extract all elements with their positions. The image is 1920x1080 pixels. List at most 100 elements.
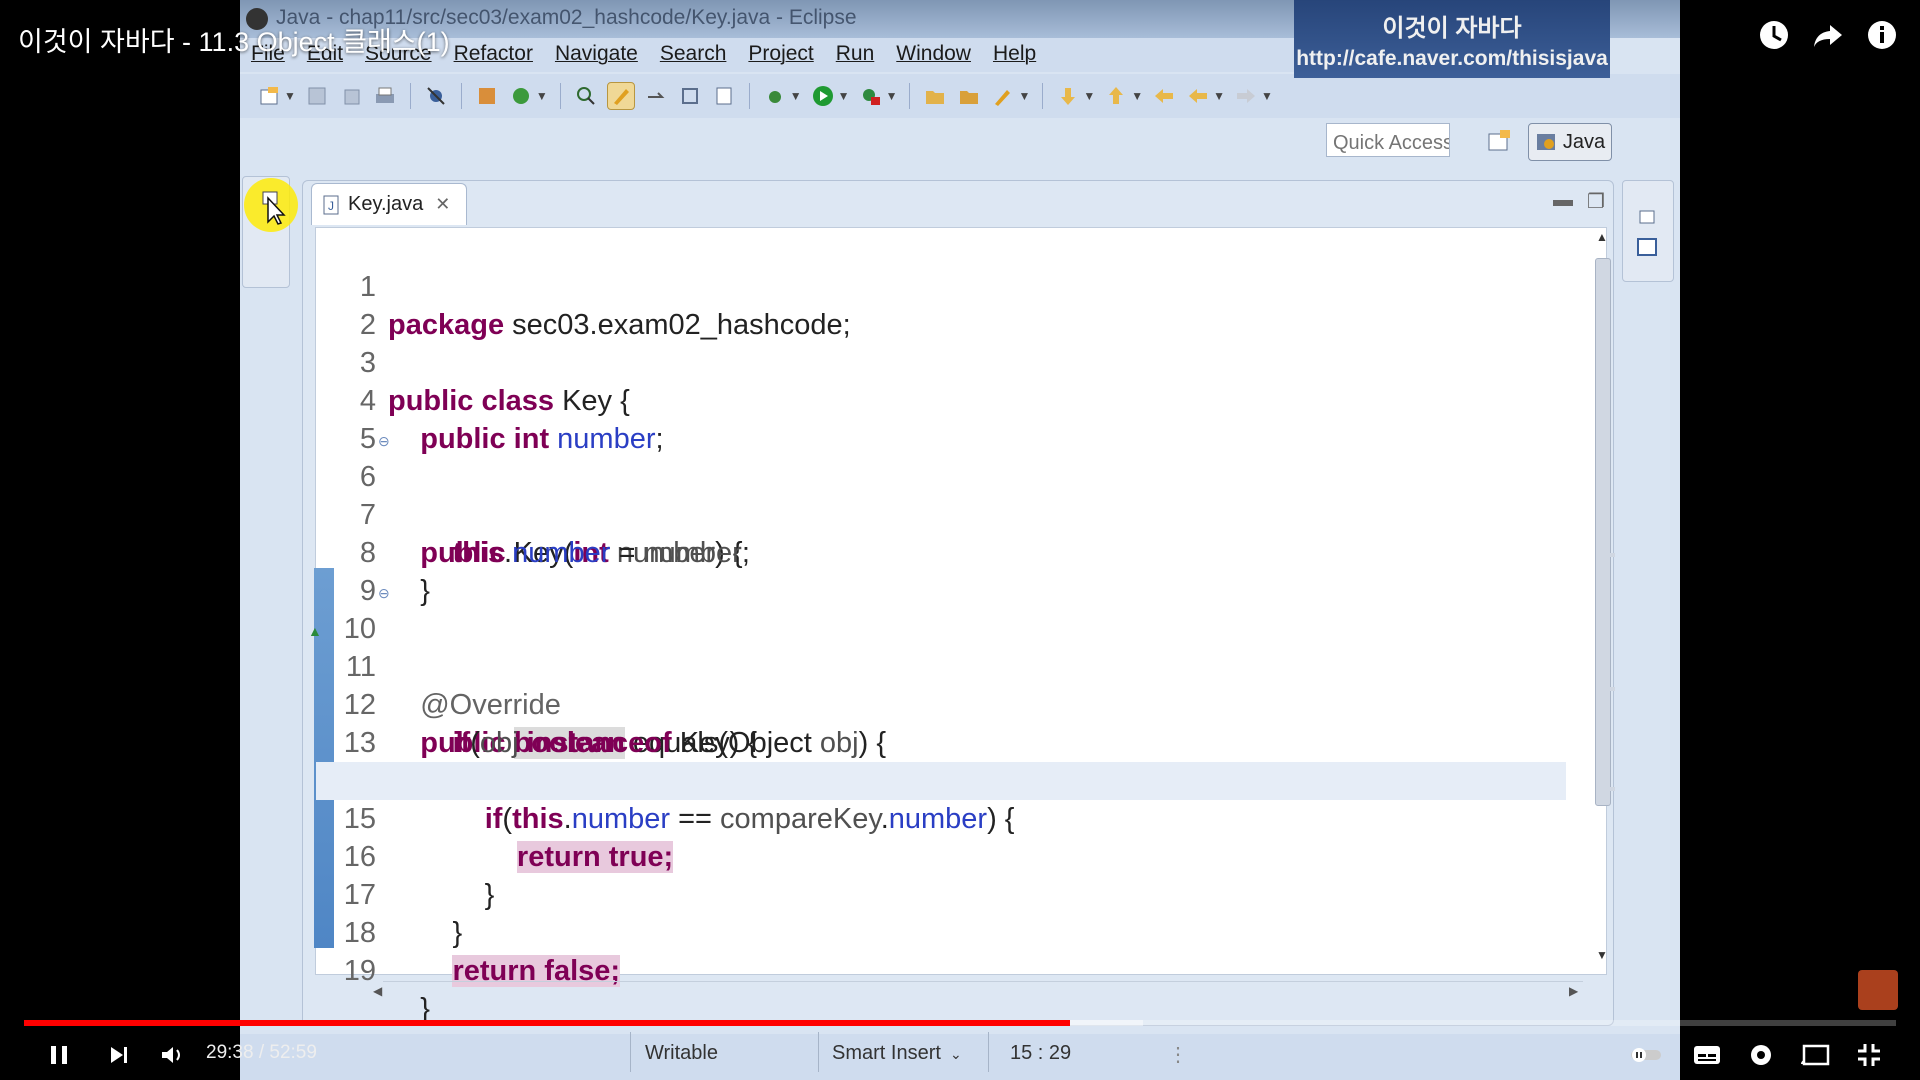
code-line: 7 this.number = number; (359, 499, 750, 569)
new-dropdown-icon[interactable]: ▼ (284, 89, 296, 103)
open-perspective-icon[interactable] (1482, 124, 1516, 158)
pen-dropdown-icon[interactable]: ▼ (1018, 89, 1030, 103)
menu-run[interactable]: Run (825, 38, 886, 72)
horizontal-scrollbar[interactable]: ◀ ▶ (373, 981, 1583, 1004)
scroll-left-icon[interactable]: ◀ (373, 984, 382, 998)
code-line: 13 Key compareKey = (Key) obj; (343, 727, 863, 797)
menu-navigate[interactable]: Navigate (544, 38, 649, 72)
code-line: 20 } (316, 952, 1566, 972)
last-edit-icon[interactable] (1151, 83, 1177, 109)
code-line: 4 public int number; (359, 385, 664, 455)
open-folder-icon[interactable] (922, 83, 948, 109)
back-icon[interactable] (1185, 83, 1211, 109)
java-file-icon: J (323, 195, 339, 214)
paragraph-icon[interactable] (711, 83, 737, 109)
info-icon[interactable] (1864, 14, 1900, 56)
current-code-line: 15 return true; (316, 762, 1566, 873)
video-progress-bar[interactable] (24, 1020, 1896, 1026)
settings-icon[interactable] (1744, 1038, 1778, 1072)
previous-annotation-icon[interactable] (1103, 83, 1129, 109)
overview-ruler-mark[interactable] (1605, 553, 1615, 557)
scrollbar-thumb[interactable] (1595, 258, 1611, 806)
skip-breakpoints-icon[interactable] (423, 83, 449, 109)
menu-project[interactable]: Project (737, 38, 824, 72)
top-icons (1756, 14, 1900, 56)
cursor-highlight (244, 178, 298, 232)
restore-icon[interactable] (244, 178, 298, 232)
share-icon[interactable] (1810, 14, 1846, 56)
close-icon[interactable]: ✕ (435, 194, 450, 215)
channel-watermark-icon[interactable] (1858, 970, 1898, 1010)
code-line: 3 public class Key { (359, 347, 630, 417)
external-tools-icon[interactable] (858, 83, 884, 109)
run-dropdown-icon[interactable]: ▼ (838, 89, 850, 103)
editor-tab-label: Key.java (348, 193, 424, 215)
overview-ruler-mark[interactable] (1605, 787, 1615, 791)
code-line: 5 (359, 423, 376, 455)
next-annotation-dropdown-icon[interactable]: ▼ (1083, 89, 1095, 103)
external-tools-dropdown-icon[interactable]: ▼ (886, 89, 898, 103)
code-editor[interactable]: 1 package sec03.exam02_hashcode; 2 3 pub… (308, 227, 1611, 1025)
scroll-down-icon[interactable]: ▼ (1596, 948, 1608, 962)
code-line: 19 } (343, 955, 430, 1025)
minimize-icon[interactable]: ▬ (1553, 189, 1573, 212)
banner-title: 이것이 자바다 (1382, 15, 1522, 42)
new-icon[interactable] (256, 83, 282, 109)
cast-icon[interactable] (1798, 1038, 1832, 1072)
search-icon[interactable] (573, 83, 599, 109)
print-icon[interactable] (372, 83, 398, 109)
subtitles-icon[interactable] (1690, 1038, 1724, 1072)
block-selection-icon[interactable] (677, 83, 703, 109)
scroll-right-icon[interactable]: ▶ (1569, 984, 1578, 998)
java-perspective-button[interactable]: Java (1528, 123, 1612, 161)
next-icon[interactable] (104, 1038, 134, 1072)
main-toolbar: ▼ ▼ ▼ ▼ ▼ ▼ ▼ ▼ ▼ ▼ (240, 74, 1680, 118)
menu-help[interactable]: Help (982, 38, 1047, 72)
override-marker-icon: ▲ (308, 623, 322, 639)
previous-annotation-dropdown-icon[interactable]: ▼ (1131, 89, 1143, 103)
maximize-icon[interactable]: ❐ (1587, 189, 1605, 214)
chevron-down-icon: ⌄ (950, 1046, 962, 1062)
run-icon[interactable] (810, 83, 836, 109)
next-annotation-icon[interactable] (1055, 83, 1081, 109)
refresh-dropdown-icon[interactable]: ▼ (536, 89, 548, 103)
editor-tab[interactable]: J Key.java ✕ (311, 183, 467, 225)
eclipse-window: Java - chap11/src/sec03/exam02_hashcode/… (240, 0, 1680, 1080)
fold-icon[interactable]: ⊖ (378, 422, 390, 460)
scroll-up-icon[interactable]: ▲ (1596, 230, 1608, 244)
played-progress (24, 1020, 1071, 1026)
open-package-icon[interactable] (956, 83, 982, 109)
menu-search[interactable]: Search (649, 38, 738, 72)
forward-dropdown-icon[interactable]: ▼ (1261, 89, 1273, 103)
pen-icon[interactable] (990, 83, 1016, 109)
refresh-icon[interactable] (508, 83, 534, 109)
code-line: 9 (359, 575, 376, 607)
code-line: 18 return false; (343, 917, 621, 987)
back-dropdown-icon[interactable]: ▼ (1213, 89, 1225, 103)
menu-window[interactable]: Window (885, 38, 982, 72)
volume-icon[interactable] (156, 1038, 190, 1072)
writable-status: Writable (645, 1042, 718, 1064)
debug-icon[interactable] (762, 83, 788, 109)
exit-fullscreen-icon[interactable] (1852, 1038, 1886, 1072)
outline-view-icon[interactable] (1637, 238, 1657, 256)
cursor-position-status: 15 : 29 (1010, 1042, 1072, 1064)
vertical-scrollbar[interactable]: ▲ ▼ (1592, 230, 1612, 966)
open-type-icon[interactable] (474, 83, 500, 109)
watch-later-icon[interactable] (1756, 14, 1792, 56)
restore-view-icon[interactable] (1639, 210, 1655, 224)
save-all-icon[interactable] (338, 83, 364, 109)
menu-refactor[interactable]: Refactor (443, 38, 544, 72)
debug-dropdown-icon[interactable]: ▼ (790, 89, 802, 103)
forward-icon[interactable] (1233, 83, 1259, 109)
highlight-occurrences-icon[interactable] (606, 82, 635, 110)
autoplay-toggle-icon[interactable] (1628, 1038, 1664, 1072)
code-line: 2 (359, 309, 376, 341)
overview-ruler-mark[interactable] (1605, 687, 1615, 691)
show-whitespace-icon[interactable] (643, 83, 669, 109)
code-line: 8 } (359, 537, 430, 607)
fold-icon[interactable]: ⊖ (378, 574, 390, 612)
save-icon[interactable] (304, 83, 330, 109)
pause-icon[interactable] (44, 1038, 74, 1072)
quick-access-input[interactable] (1326, 123, 1450, 157)
